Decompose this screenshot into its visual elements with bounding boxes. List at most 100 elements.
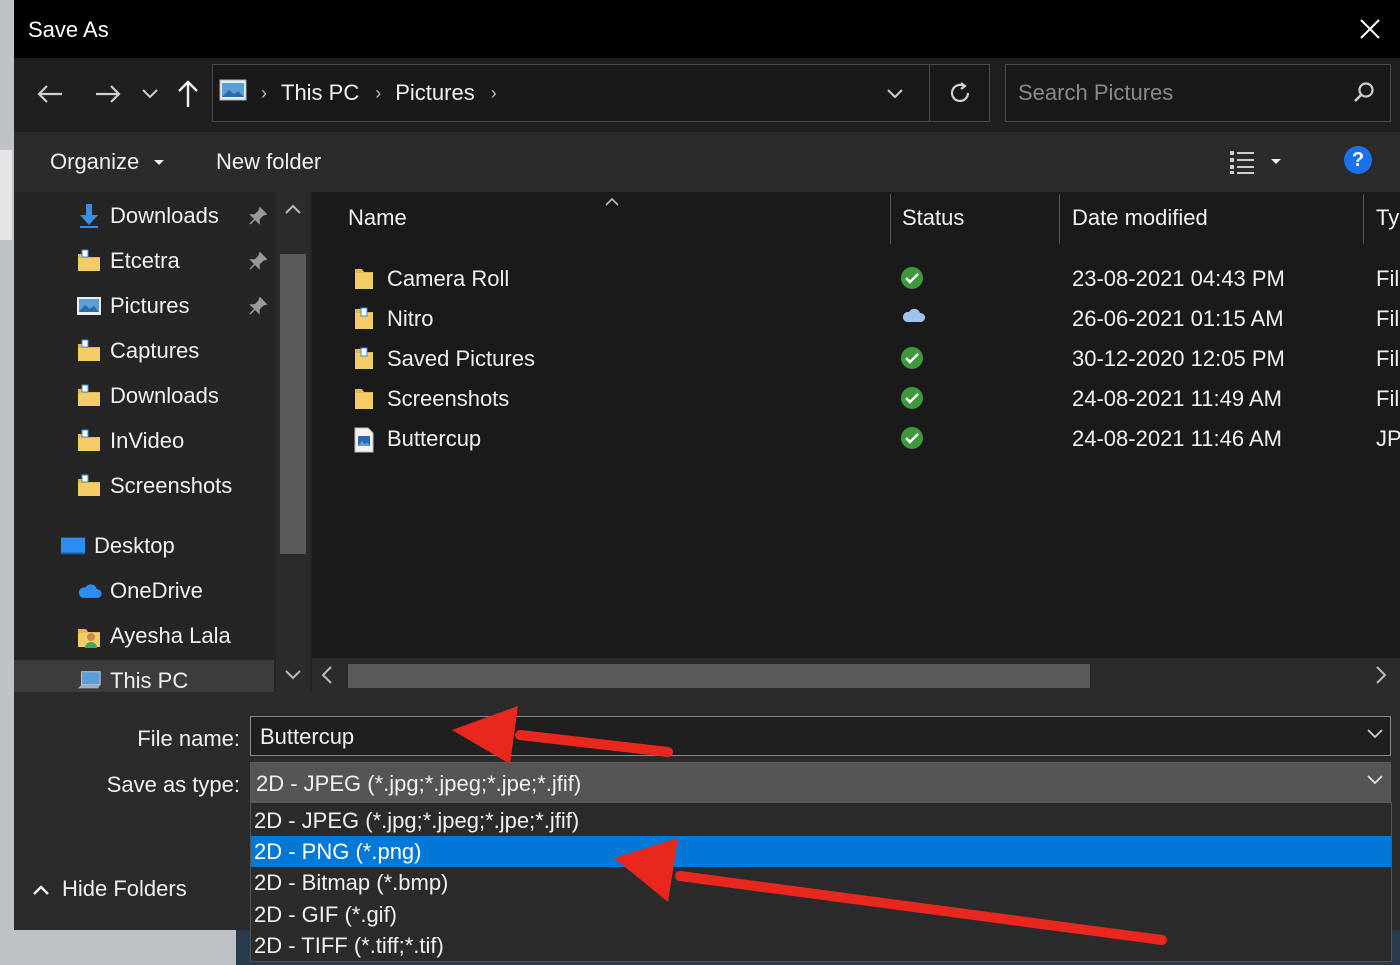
- up-button[interactable]: [170, 76, 206, 112]
- folder-icon: [352, 307, 376, 336]
- scroll-up-icon[interactable]: [284, 202, 302, 220]
- column-divider[interactable]: [1363, 194, 1364, 244]
- sidebar-item-this-pc[interactable]: This PC: [76, 661, 188, 692]
- close-button[interactable]: [1348, 8, 1392, 50]
- type-option-jpeg[interactable]: 2D - JPEG (*.jpg;*.jpeg;*.jpe;*.jfif): [251, 805, 1391, 836]
- breadcrumb-this-pc[interactable]: This PC: [281, 80, 359, 106]
- sidebar-item-label: Captures: [110, 338, 200, 363]
- file-row[interactable]: Saved Pictures 30-12-2020 12:05 PM File …: [312, 338, 1400, 378]
- back-button[interactable]: [32, 76, 68, 112]
- save-as-type-select[interactable]: 2D - JPEG (*.jpg;*.jpeg;*.jpe;*.jfif): [250, 762, 1391, 802]
- folder-icon: [76, 383, 102, 409]
- file-name: Nitro: [387, 306, 434, 331]
- file-list-horizontal-scrollbar[interactable]: [312, 658, 1400, 692]
- column-header-type[interactable]: Type: [1376, 192, 1400, 244]
- sidebar-item-pictures[interactable]: Pictures: [76, 286, 189, 326]
- sidebar-item-label: Ayesha Lala: [110, 623, 231, 648]
- type-option-bitmap[interactable]: 2D - Bitmap (*.bmp): [251, 867, 1391, 898]
- breadcrumb-pictures[interactable]: Pictures: [395, 80, 474, 106]
- folder-icon: [352, 267, 376, 296]
- file-name-combobox[interactable]: [250, 716, 1391, 756]
- type-option-png[interactable]: 2D - PNG (*.png): [251, 836, 1391, 867]
- chevron-down-icon[interactable]: [1366, 727, 1384, 745]
- pin-icon[interactable]: [248, 206, 268, 231]
- organize-menu-button[interactable]: Organize: [50, 149, 165, 175]
- sidebar-item-invideo[interactable]: InVideo: [76, 421, 184, 461]
- sidebar-item-onedrive[interactable]: OneDrive: [76, 571, 203, 611]
- file-date-modified: 26-06-2021 01:15 AM: [1072, 306, 1284, 331]
- pictures-location-icon: [219, 79, 247, 107]
- column-header-status[interactable]: Status: [902, 192, 964, 244]
- background-window-edge: [0, 150, 12, 240]
- file-name: Camera Roll: [387, 266, 510, 291]
- type-option-gif[interactable]: 2D - GIF (*.gif): [251, 899, 1391, 930]
- pin-icon[interactable]: [248, 251, 268, 276]
- file-row[interactable]: Screenshots 24-08-2021 11:49 AM File fol…: [312, 378, 1400, 418]
- hide-folders-button[interactable]: Hide Folders: [32, 876, 187, 902]
- hide-folders-label: Hide Folders: [62, 876, 187, 901]
- file-row[interactable]: Camera Roll 23-08-2021 04:43 PM File fol…: [312, 258, 1400, 298]
- search-input[interactable]: [1018, 77, 1338, 109]
- sidebar-item-label: Screenshots: [110, 473, 233, 498]
- file-type: File folder: [1376, 266, 1400, 291]
- cloud-icon: [76, 578, 102, 604]
- refresh-button[interactable]: [929, 65, 989, 121]
- column-divider[interactable]: [1059, 194, 1060, 244]
- title-bar: Save As: [14, 0, 1400, 58]
- folder-icon: [76, 473, 102, 499]
- scroll-left-icon[interactable]: [320, 665, 334, 690]
- breadcrumb-separator-icon: ›: [261, 82, 267, 103]
- breadcrumb-separator-icon: ›: [490, 82, 497, 103]
- sort-ascending-icon: [604, 194, 620, 212]
- sidebar-scrollbar-thumb[interactable]: [280, 254, 306, 554]
- sidebar-scrollbar[interactable]: [276, 192, 310, 692]
- scroll-down-icon[interactable]: [284, 668, 302, 686]
- column-header-date-modified[interactable]: Date modified: [1072, 192, 1208, 244]
- address-history-button[interactable]: [877, 77, 913, 111]
- sidebar-item-downloads-pinned[interactable]: Downloads: [76, 196, 219, 236]
- type-option-tiff[interactable]: 2D - TIFF (*.tiff;*.tif): [251, 930, 1391, 961]
- scroll-right-icon[interactable]: [1374, 665, 1388, 690]
- save-as-type-value: 2D - JPEG (*.jpg;*.jpeg;*.jpe;*.jfif): [256, 771, 582, 796]
- file-type: JPG File: [1376, 426, 1400, 451]
- column-divider[interactable]: [890, 194, 891, 244]
- save-as-dialog: Save As › This PC › Pictures › Search Pi…: [14, 0, 1400, 930]
- synced-status-icon: [900, 266, 924, 295]
- change-view-button[interactable]: [1228, 146, 1292, 178]
- file-row[interactable]: Buttercup 24-08-2021 11:46 AM JPG File: [312, 418, 1400, 458]
- image-file-icon: [352, 427, 376, 458]
- download-arrow-icon: [76, 203, 102, 229]
- sidebar-item-etcetra[interactable]: Etcetra: [76, 241, 180, 281]
- cloud-status-icon: [900, 306, 926, 329]
- pin-icon[interactable]: [248, 296, 268, 321]
- search-icon[interactable]: [1352, 81, 1376, 110]
- sidebar-item-label: Etcetra: [110, 248, 180, 273]
- command-bar: Organize New folder ?: [14, 132, 1400, 192]
- sidebar-item-user[interactable]: Ayesha Lala: [76, 616, 231, 656]
- help-button[interactable]: ?: [1344, 146, 1372, 174]
- up-arrow-icon: [178, 80, 198, 107]
- file-list: Name Status Date modified Type Camera Ro…: [312, 192, 1400, 692]
- sidebar-item-screenshots[interactable]: Screenshots: [76, 466, 232, 506]
- sidebar-item-label: OneDrive: [110, 578, 203, 603]
- sidebar-item-downloads[interactable]: Downloads: [76, 376, 219, 416]
- back-arrow-icon: [37, 85, 62, 103]
- file-name-input[interactable]: [260, 723, 1340, 751]
- search-box[interactable]: [1005, 64, 1391, 122]
- chevron-down-icon[interactable]: [1366, 773, 1384, 791]
- sidebar-item-captures[interactable]: Captures: [76, 331, 199, 371]
- navigation-pane: Downloads Etcetra Pictures Captures Down…: [14, 192, 312, 692]
- file-date-modified: 23-08-2021 04:43 PM: [1072, 266, 1285, 291]
- address-bar[interactable]: › This PC › Pictures ›: [212, 64, 990, 122]
- forward-button[interactable]: [90, 76, 126, 112]
- sidebar-item-desktop[interactable]: Desktop: [60, 526, 175, 566]
- refresh-icon: [950, 82, 969, 102]
- new-folder-button[interactable]: New folder: [216, 149, 321, 175]
- sidebar-item-label: This PC: [110, 668, 189, 692]
- sidebar-item-label: InVideo: [110, 428, 185, 453]
- column-header-name[interactable]: Name: [348, 192, 407, 244]
- file-row[interactable]: Nitro 26-06-2021 01:15 AM File folder: [312, 298, 1400, 338]
- recent-locations-button[interactable]: [134, 76, 166, 112]
- breadcrumb-separator-icon: ›: [375, 82, 382, 103]
- horizontal-scrollbar-thumb[interactable]: [348, 664, 1090, 688]
